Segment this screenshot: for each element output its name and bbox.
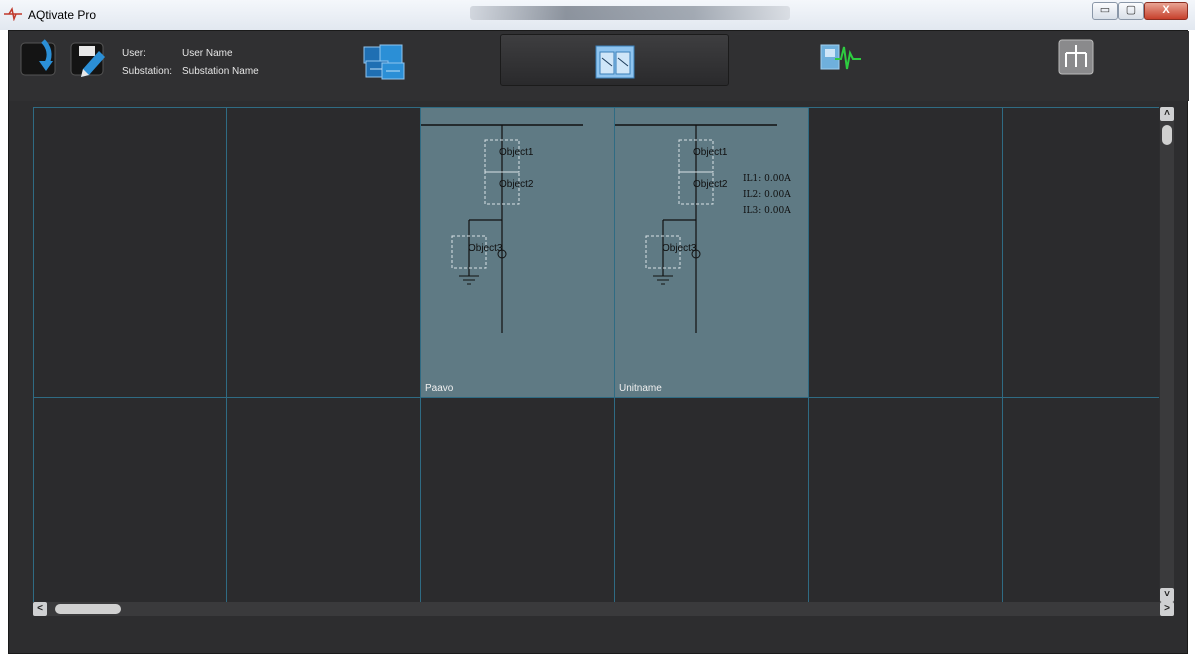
scroll-left-button[interactable]: < [33,602,47,616]
scroll-right-button[interactable]: > [1160,602,1174,616]
user-info: User: User Name Substation: Substation Nam… [122,45,259,81]
maximize-icon: ▢ [1125,4,1137,16]
horizontal-scrollbar[interactable]: < > [33,602,1174,616]
object-label: Object1 [499,147,534,158]
unit-name: Paavo [425,383,454,394]
grid-cell[interactable] [227,107,421,398]
horizontal-scroll-thumb[interactable] [55,604,121,614]
app-window: User: User Name Substation: Substation Nam… [8,30,1189,654]
read-device-icon[interactable] [19,37,59,79]
user-value: User Name [182,48,233,59]
write-settings-icon[interactable] [69,37,109,79]
scroll-up-button[interactable]: ˄ [1160,107,1174,121]
measurement-il3: IL3: 0.00A [743,206,791,216]
tab-mimic-editor[interactable] [500,34,729,86]
grid-cell[interactable] [421,398,615,602]
object-label: Object3 [468,243,503,254]
close-button[interactable]: X [1144,2,1188,20]
grid-cell[interactable] [1003,107,1159,398]
app-logo-icon [4,7,22,21]
chevron-down-icon: ˅ [1164,589,1170,600]
minimize-icon: ▭ [1099,4,1111,16]
title-bar: AQtivate Pro ▭ ▢ X [0,0,1195,30]
close-icon: X [1162,4,1170,16]
grid-cell[interactable] [1003,398,1159,602]
user-label: User: [122,48,146,59]
network-topology-icon[interactable] [1058,39,1094,75]
unit-cell-paavo[interactable]: Object1 Object2 Object3 Paavo [421,107,615,398]
measurement-il1: IL1: 0.00A [743,174,791,184]
substation-label: Substation: [122,66,173,77]
mimic-editor-icon [595,45,635,79]
chevron-right-icon: > [1164,603,1170,614]
grid-cell[interactable] [809,107,1003,398]
vertical-scrollbar[interactable]: ˄ ˅ [1160,107,1174,602]
chevron-left-icon: < [37,603,43,614]
object-label: Object1 [693,147,728,158]
scroll-down-button[interactable]: ˅ [1160,588,1174,602]
grid-cell[interactable] [33,398,227,602]
disturbance-recorder-icon[interactable] [819,41,863,75]
toolbar: User: User Name Substation: Substation Nam… [9,31,1189,101]
grid-cell[interactable] [227,398,421,602]
unit-cell-unitname[interactable]: Object1 Object2 Object3 IL1: 0.00A IL2: … [615,107,809,398]
object-label: Object2 [499,179,534,190]
measurement-il2: IL2: 0.00A [743,190,791,200]
substation-value: Substation Name [182,66,259,77]
grid-cell[interactable] [809,398,1003,602]
unit-name: Unitname [619,383,662,394]
object-label: Object2 [693,179,728,190]
minimize-button[interactable]: ▭ [1092,2,1118,20]
blurred-region [470,6,790,20]
chevron-up-icon: ˄ [1164,108,1170,119]
vertical-scroll-thumb[interactable] [1162,125,1172,145]
device-settings-icon[interactable] [362,41,406,81]
grid-cell[interactable] [615,398,809,602]
object-label: Object3 [662,243,697,254]
maximize-button[interactable]: ▢ [1118,2,1144,20]
unit-grid[interactable]: Object1 Object2 Object3 Paavo Object1 Ob… [33,107,1159,602]
grid-cell[interactable] [33,107,227,398]
window-title: AQtivate Pro [28,8,97,22]
